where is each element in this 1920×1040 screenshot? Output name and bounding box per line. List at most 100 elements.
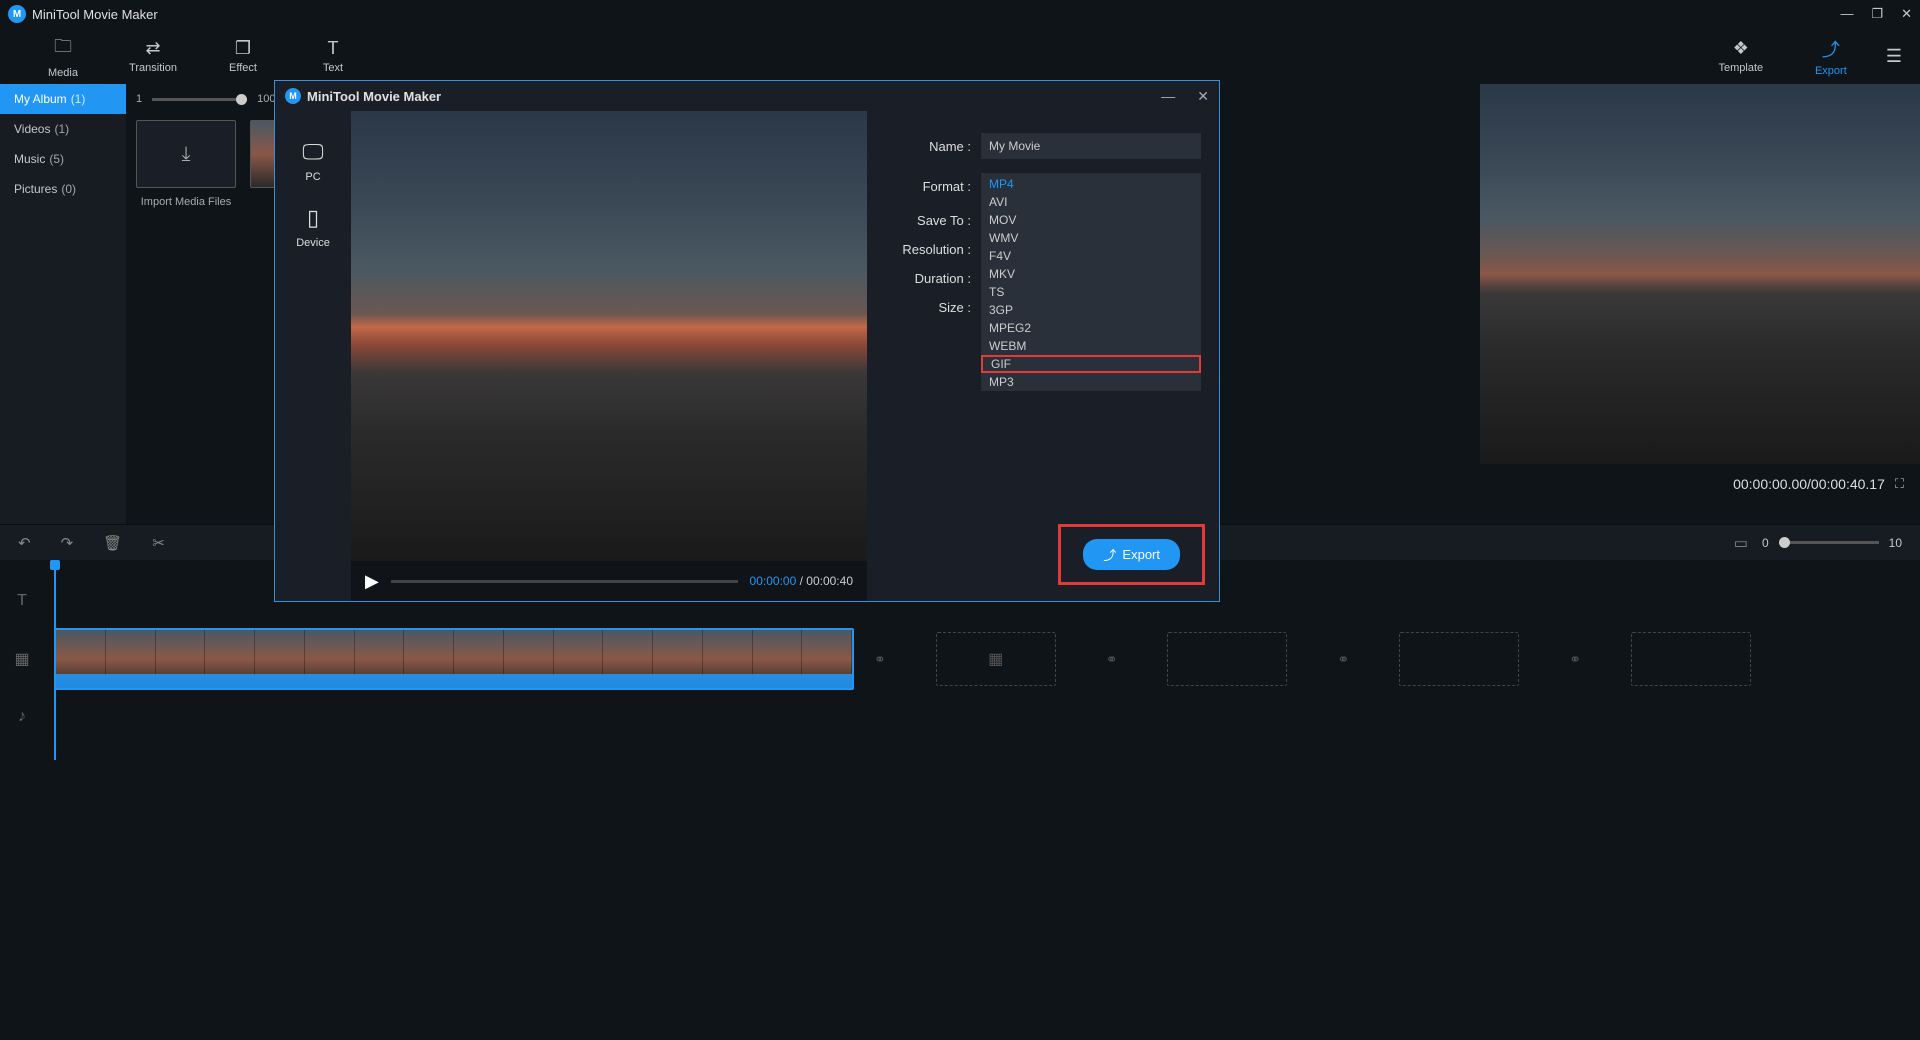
dialog-header: M MiniTool Movie Maker ― ✕ bbox=[275, 81, 1219, 111]
close-icon[interactable]: ✕ bbox=[1901, 6, 1912, 22]
album-label: My Album bbox=[14, 92, 67, 106]
fit-icon[interactable]: ▭ bbox=[1734, 534, 1748, 552]
videos-count: (1) bbox=[54, 122, 69, 136]
transition-tab[interactable]: ⇄ Transition bbox=[108, 28, 198, 84]
export-preview-image bbox=[351, 111, 867, 561]
pc-label: PC bbox=[305, 171, 320, 183]
export-icon: ⤴ bbox=[1822, 36, 1840, 62]
name-input[interactable] bbox=[981, 133, 1201, 159]
album-count: (1) bbox=[71, 92, 86, 106]
effect-icon: ❐ bbox=[235, 38, 251, 59]
delete-icon[interactable]: 🗑 bbox=[103, 534, 122, 552]
name-label: Name : bbox=[885, 139, 971, 154]
empty-clip-slot[interactable] bbox=[1631, 632, 1751, 686]
export-button-label: Export bbox=[1122, 547, 1160, 562]
export-target-pc[interactable]: 🖵 PC bbox=[302, 139, 323, 183]
sidebar-item-album[interactable]: My Album (1) bbox=[0, 84, 126, 114]
format-option-3gp[interactable]: 3GP bbox=[981, 301, 1201, 319]
format-option-mp3[interactable]: MP3 bbox=[981, 373, 1201, 391]
empty-clip-slot[interactable]: ▦ bbox=[936, 632, 1056, 686]
size-label: Size : bbox=[885, 300, 971, 315]
sidebar-item-videos[interactable]: Videos (1) bbox=[0, 114, 126, 144]
pictures-count: (0) bbox=[61, 182, 76, 196]
transition-label: Transition bbox=[129, 62, 177, 74]
duration-label: Duration : bbox=[885, 271, 971, 286]
pictures-label: Pictures bbox=[14, 182, 57, 196]
audio-track-icon: ♪ bbox=[0, 708, 44, 726]
play-icon[interactable]: ▶ bbox=[365, 571, 379, 592]
text-icon: T bbox=[328, 38, 339, 59]
format-option-gif[interactable]: GIF bbox=[981, 355, 1201, 373]
format-option-ts[interactable]: TS bbox=[981, 283, 1201, 301]
music-label: Music bbox=[14, 152, 45, 166]
format-option-mpeg2[interactable]: MPEG2 bbox=[981, 319, 1201, 337]
undo-icon[interactable]: ↶ bbox=[18, 534, 31, 552]
sidebar-item-pictures[interactable]: Pictures (0) bbox=[0, 174, 126, 204]
link-icon: ⚭ bbox=[1106, 651, 1118, 668]
preview-thumbnail bbox=[1480, 84, 1920, 464]
text-track-icon: T bbox=[0, 592, 44, 610]
empty-clip-slot[interactable] bbox=[1167, 632, 1287, 686]
format-option-wmv[interactable]: WMV bbox=[981, 229, 1201, 247]
redo-icon[interactable]: ↷ bbox=[61, 534, 74, 552]
export-tab[interactable]: ⤴ Export bbox=[1786, 28, 1876, 84]
app-title: MiniTool Movie Maker bbox=[32, 7, 158, 22]
menu-icon[interactable]: ☰ bbox=[1886, 46, 1902, 67]
template-label: Template bbox=[1719, 62, 1764, 74]
format-option-webm[interactable]: WEBM bbox=[981, 337, 1201, 355]
videos-label: Videos bbox=[14, 122, 50, 136]
media-zoom-slider[interactable] bbox=[152, 98, 247, 101]
main-toolbar: 🗀 Media ⇄ Transition ❐ Effect T Text ❖ T… bbox=[0, 28, 1920, 84]
format-label: Format : bbox=[885, 179, 971, 194]
download-icon: ⤓ bbox=[182, 143, 191, 166]
transition-icon: ⇄ bbox=[145, 38, 160, 59]
import-media-button[interactable]: ⤓ Import Media Files bbox=[136, 120, 236, 208]
dialog-minimize-icon[interactable]: ― bbox=[1161, 88, 1175, 105]
format-option-mp4[interactable]: MP4 bbox=[981, 175, 1201, 193]
minimize-icon[interactable]: ― bbox=[1840, 6, 1853, 22]
export-button[interactable]: ⤴ Export bbox=[1083, 539, 1180, 570]
export-form: Name : Format : MP4 ▾ Save To : Resoluti… bbox=[867, 111, 1219, 601]
cut-icon[interactable]: ✂ bbox=[152, 534, 165, 552]
preview-time-display: 00:00:00 / 00:00:40 bbox=[750, 574, 853, 588]
preview-time: 00:00:00.00/00:00:40.17 bbox=[1733, 476, 1885, 492]
link-icon: ⚭ bbox=[1569, 651, 1581, 668]
monitor-icon: 🖵 bbox=[302, 139, 323, 165]
titlebar: M MiniTool Movie Maker ― ❐ ✕ bbox=[0, 0, 1920, 28]
effect-tab[interactable]: ❐ Effect bbox=[198, 28, 288, 84]
timeline-zoom-slider[interactable] bbox=[1779, 541, 1879, 544]
upload-icon: ⤴ bbox=[1103, 545, 1116, 564]
dialog-title: MiniTool Movie Maker bbox=[307, 89, 441, 104]
media-sidebar: My Album (1) Videos (1) Music (5) Pictur… bbox=[0, 84, 126, 524]
video-track-icon: ▦ bbox=[0, 649, 44, 669]
music-count: (5) bbox=[49, 152, 64, 166]
sidebar-item-music[interactable]: Music (5) bbox=[0, 144, 126, 174]
preview-progress[interactable] bbox=[391, 580, 738, 583]
dialog-close-icon[interactable]: ✕ bbox=[1197, 88, 1209, 105]
tablet-icon: ▯ bbox=[307, 205, 319, 231]
playhead[interactable] bbox=[54, 560, 56, 760]
format-option-avi[interactable]: AVI bbox=[981, 193, 1201, 211]
layers-icon: ❖ bbox=[1733, 38, 1749, 59]
export-dialog: M MiniTool Movie Maker ― ✕ 🖵 PC ▯ Device… bbox=[274, 80, 1220, 602]
export-label: Export bbox=[1815, 65, 1847, 77]
template-tab[interactable]: ❖ Template bbox=[1696, 28, 1786, 84]
fullscreen-icon[interactable]: ⛶ bbox=[1895, 476, 1904, 492]
export-target-device[interactable]: ▯ Device bbox=[296, 205, 330, 249]
saveto-label: Save To : bbox=[885, 213, 971, 228]
resolution-label: Resolution : bbox=[885, 242, 971, 257]
folder-icon: 🗀 bbox=[54, 34, 72, 64]
link-icon: ⚭ bbox=[874, 651, 886, 668]
zoom-min-label: 1 bbox=[136, 93, 142, 105]
zoom-max-label: 100 bbox=[257, 93, 275, 105]
video-clip[interactable] bbox=[54, 628, 854, 690]
format-option-mkv[interactable]: MKV bbox=[981, 265, 1201, 283]
format-dropdown: MP4 AVI MOV WMV F4V MKV TS 3GP MPEG2 WEB… bbox=[981, 175, 1201, 391]
import-label: Import Media Files bbox=[141, 196, 231, 208]
format-option-mov[interactable]: MOV bbox=[981, 211, 1201, 229]
format-option-f4v[interactable]: F4V bbox=[981, 247, 1201, 265]
media-tab[interactable]: 🗀 Media bbox=[18, 28, 108, 84]
text-tab[interactable]: T Text bbox=[288, 28, 378, 84]
empty-clip-slot[interactable] bbox=[1399, 632, 1519, 686]
maximize-icon[interactable]: ❐ bbox=[1871, 6, 1883, 22]
